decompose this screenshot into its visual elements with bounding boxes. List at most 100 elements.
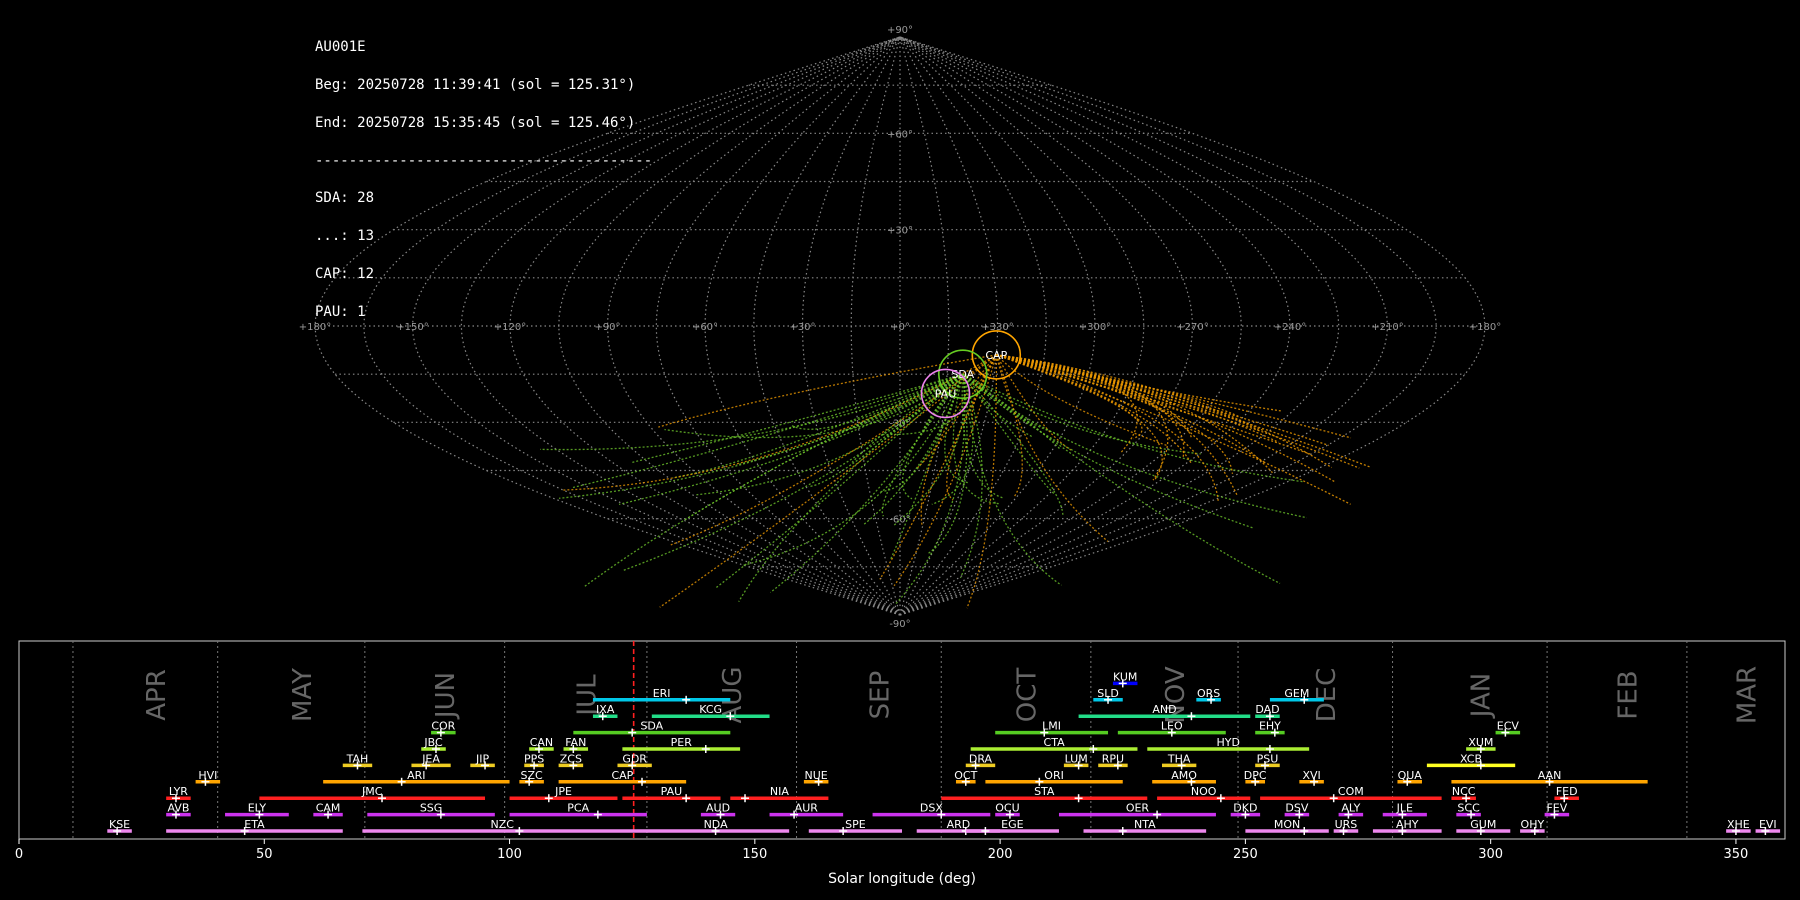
- shower-label: CTA: [1044, 736, 1066, 749]
- x-tick-label: 200: [988, 847, 1013, 862]
- lon-label: +30°: [789, 322, 815, 333]
- shower-label: DKD: [1233, 802, 1257, 815]
- shower-label: ARD: [947, 818, 971, 831]
- shower-evi: EVI: [1755, 818, 1781, 835]
- meteor-trail: [559, 373, 964, 499]
- shower-label: AVB: [167, 802, 189, 815]
- shower-label: EHY: [1259, 720, 1281, 733]
- shower-label: LEO: [1161, 720, 1183, 733]
- meteor-trail: [996, 354, 1193, 439]
- shower-label: GEM: [1284, 687, 1309, 700]
- shower-aly: ALY: [1338, 802, 1364, 819]
- shower-label: ERI: [653, 687, 671, 700]
- month-label: MAY: [288, 668, 318, 722]
- count-other: ...: 13: [315, 228, 375, 245]
- month-label: APR: [142, 669, 172, 721]
- shower-label: XVI: [1302, 769, 1320, 782]
- shower-kum: KUM: [1112, 670, 1138, 688]
- shower-label: LYR: [169, 785, 188, 798]
- lon-label: +300°: [1079, 322, 1111, 333]
- shower-cam: CAM: [313, 802, 343, 819]
- shower-sld: SLD: [1093, 687, 1123, 704]
- shower-label: QUA: [1398, 769, 1423, 782]
- shower-psu: PSU: [1255, 752, 1280, 770]
- lon-label: +0°: [890, 322, 910, 333]
- shower-label: OCT: [954, 769, 977, 782]
- x-tick-label: 150: [742, 847, 767, 862]
- shower-label: NCC: [1452, 785, 1476, 798]
- shower-label: XCB: [1460, 752, 1482, 765]
- shower-label: NTA: [1134, 818, 1156, 831]
- shower-label: AND: [1152, 703, 1176, 716]
- shower-label: FED: [1556, 785, 1578, 798]
- x-tick-label: 100: [497, 847, 522, 862]
- shower-label: HVI: [198, 769, 217, 782]
- shower-avb: AVB: [166, 802, 191, 819]
- meteor-trail: [959, 373, 983, 579]
- x-tick-label: 300: [1478, 847, 1503, 862]
- meteor-trail: [889, 373, 964, 561]
- shower-label: FAN: [565, 736, 586, 749]
- radiant-label: PAU: [935, 387, 957, 400]
- shower-zcs: ZCS: [558, 752, 584, 770]
- shower-label: NOO: [1191, 785, 1217, 798]
- begin-time: Beg: 20250728 11:39:41 (sol = 125.31°): [315, 76, 636, 93]
- shower-label: ORS: [1197, 687, 1220, 700]
- lon-label: +210°: [1371, 322, 1403, 333]
- radiant-label: SDA: [951, 368, 974, 381]
- shower-tah: TAH: [342, 752, 373, 770]
- meteor-trail: [962, 373, 1254, 529]
- meteor-trail: [996, 354, 1185, 458]
- shower-label: AUR: [795, 802, 819, 815]
- station-info-panel: AU001E Beg: 20250728 11:39:41 (sol = 125…: [315, 16, 652, 331]
- shower-ocu: OCU: [995, 802, 1020, 819]
- shower-fan: FAN: [563, 736, 589, 753]
- month-label: JAN: [1466, 673, 1496, 719]
- month-label: SEP: [865, 671, 895, 720]
- x-tick-label: 250: [1233, 847, 1258, 862]
- shower-label: PCA: [567, 802, 589, 815]
- shower-label: TAH: [346, 752, 369, 765]
- shower-label: SSG: [420, 802, 443, 815]
- shower-aud: AUD: [700, 802, 736, 819]
- shower-label: XHE: [1727, 818, 1750, 831]
- shower-label: PAU: [661, 785, 683, 798]
- meteor-trail: [539, 373, 964, 451]
- shower-dad: DAD: [1255, 703, 1280, 721]
- shower-label: URS: [1335, 818, 1358, 831]
- shower-label: KCG: [699, 703, 722, 716]
- shower-label: RPU: [1102, 752, 1124, 765]
- shower-label: JIP: [475, 752, 489, 765]
- shower-label: ETA: [244, 818, 265, 831]
- x-tick-label: 350: [1724, 847, 1749, 862]
- shower-xhe: XHE: [1726, 818, 1751, 835]
- shower-ixa: IXA: [592, 703, 618, 721]
- shower-label: LUM: [1065, 752, 1088, 765]
- shower-urs: URS: [1333, 818, 1359, 835]
- shower-gdr: GDR: [617, 752, 652, 770]
- shower-label: SPE: [845, 818, 866, 831]
- shower-label: XUM: [1468, 736, 1493, 749]
- info-separator: ----------------------------------------: [315, 152, 653, 169]
- x-tick-label: 50: [256, 847, 273, 862]
- shower-label: THA: [1167, 752, 1191, 765]
- shower-label: PPS: [524, 752, 544, 765]
- shower-label: OHY: [1521, 818, 1545, 831]
- shower-label: KUM: [1113, 670, 1137, 683]
- meteor-trail: [996, 354, 1234, 474]
- shower-label: DSX: [920, 802, 943, 815]
- shower-label: ELY: [248, 802, 267, 815]
- shower-label: DSV: [1285, 802, 1308, 815]
- lon-label: +180°: [1469, 322, 1501, 333]
- shower-timeline-chart: APR MAY JUN JUL AUG SEP OCT NOV DEC JAN FEB MARKUME…: [15, 640, 1786, 887]
- shower-rpu: RPU: [1098, 752, 1128, 770]
- x-axis-label: Solar longitude (deg): [828, 871, 976, 887]
- shower-label: ECV: [1497, 720, 1520, 733]
- lon-label: +240°: [1274, 322, 1306, 333]
- shower-label: DRA: [969, 752, 993, 765]
- shower-label: NIA: [770, 785, 789, 798]
- count-sda: SDA: 28: [315, 190, 375, 207]
- shower-label: KSE: [109, 818, 130, 831]
- meteor-trail: [996, 354, 1352, 439]
- shower-can: CAN: [529, 736, 554, 753]
